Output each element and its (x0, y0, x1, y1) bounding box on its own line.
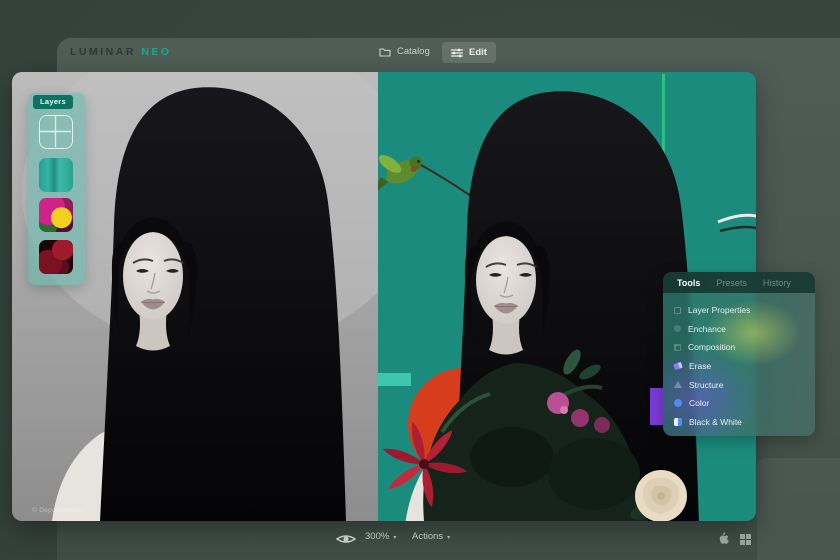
logo-luminar-text: LUMINAR (70, 46, 136, 58)
enhance-icon (674, 325, 681, 332)
eye-icon (336, 532, 356, 546)
eraser-icon (673, 362, 682, 370)
zoom-level-value: 300% (365, 531, 389, 542)
add-layer-button[interactable] (39, 115, 73, 149)
background-sub-panel (757, 458, 840, 560)
sliders-icon (451, 48, 463, 58)
tool-item-structure[interactable]: Structure (663, 375, 815, 394)
edit-tab[interactable]: Edit (442, 42, 496, 63)
luminar-neo-screenshot: LUMINAR NEO Catalog Edit (0, 0, 840, 560)
layer-properties-icon (674, 307, 681, 314)
teal-bar-shape (373, 373, 411, 386)
before-after-image (12, 72, 756, 521)
tool-item-label: Composition (688, 342, 735, 352)
black-white-icon (674, 418, 682, 426)
plus-icon (40, 116, 71, 147)
tool-item-layer-properties[interactable]: Layer Properties (663, 301, 815, 320)
actions-menu-button[interactable]: Actions ▾ (412, 531, 450, 542)
purple-rect-shape (650, 388, 663, 425)
tools-list: Layer Properties Enchance Composition Er… (663, 293, 815, 431)
tool-item-black-white[interactable]: Black & White (663, 413, 815, 432)
layers-panel: Layers (28, 93, 85, 285)
tools-panel: Tools Presets History Layer Properties E… (663, 272, 815, 436)
tool-item-label: Enchance (688, 324, 726, 334)
tool-item-color[interactable]: Color (663, 394, 815, 413)
tool-item-label: Erase (689, 361, 711, 371)
photo-canvas[interactable]: © Depositphotos (12, 72, 756, 521)
zoom-level-control[interactable]: 300% ▾ (365, 531, 396, 542)
windows-icon (740, 534, 751, 545)
preview-toggle-button[interactable] (336, 532, 356, 546)
white-rose (635, 470, 687, 521)
layer-thumbnail-red-leaves[interactable] (39, 240, 73, 274)
watermark: © Depositphotos (32, 507, 85, 514)
tool-item-erase[interactable]: Erase (663, 357, 815, 376)
tool-item-enhance[interactable]: Enchance (663, 320, 815, 339)
layers-panel-title: Layers (33, 95, 73, 109)
logo-neo-text: NEO (141, 46, 171, 58)
tab-tools[interactable]: Tools (677, 278, 700, 288)
actions-label: Actions (412, 531, 443, 542)
chevron-down-icon: ▾ (393, 534, 396, 541)
folder-icon (379, 47, 391, 57)
tool-item-label: Black & White (689, 417, 742, 427)
chevron-down-icon: ▾ (447, 534, 450, 541)
tool-item-label: Layer Properties (688, 305, 750, 315)
edit-label: Edit (469, 47, 487, 58)
tool-item-composition[interactable]: Composition (663, 338, 815, 357)
apple-icon (718, 531, 730, 545)
tab-presets[interactable]: Presets (716, 278, 747, 288)
platform-badge-windows (740, 534, 751, 545)
app-logo: LUMINAR NEO (70, 46, 172, 58)
catalog-tab[interactable]: Catalog (379, 46, 430, 57)
composition-icon (674, 344, 681, 351)
tool-item-label: Structure (689, 380, 724, 390)
layer-thumbnail-flower[interactable] (39, 198, 73, 232)
platform-badge-mac (718, 531, 730, 545)
catalog-label: Catalog (397, 46, 430, 57)
layer-thumbnail-teal-texture[interactable] (39, 158, 73, 192)
color-icon (674, 399, 682, 407)
structure-icon (674, 381, 682, 388)
tool-item-label: Color (689, 398, 709, 408)
tools-panel-tabs: Tools Presets History (663, 272, 815, 293)
tab-history[interactable]: History (763, 278, 791, 288)
